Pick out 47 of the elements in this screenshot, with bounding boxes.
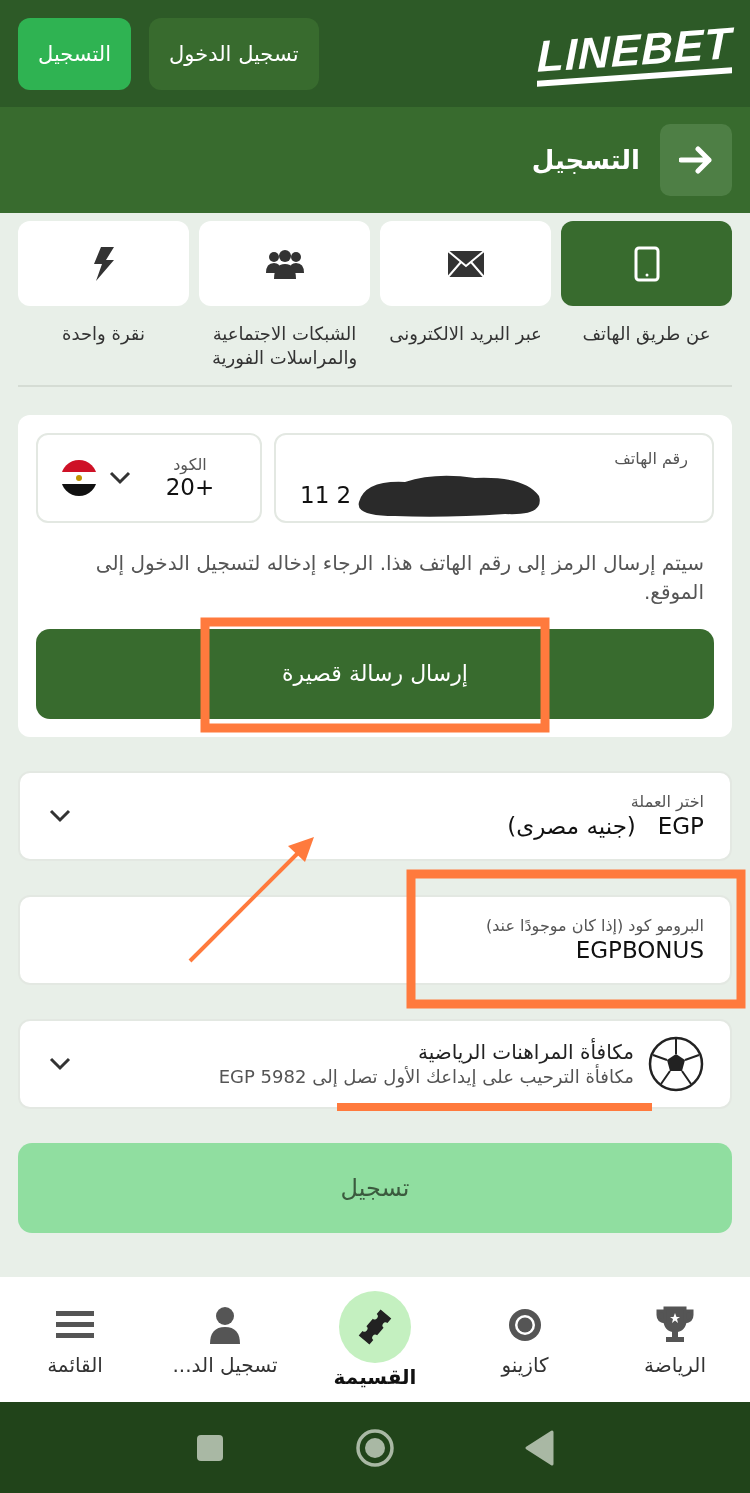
currency-select[interactable]: اختر العملة EGP (جنيه مصرى): [18, 770, 732, 861]
send-sms-button[interactable]: إرسال رسالة قصيرة: [36, 628, 714, 719]
chevron-down-icon: [48, 807, 72, 824]
arrow-icon: [679, 146, 713, 174]
nav-item[interactable]: القسيمة: [310, 1289, 440, 1390]
nav-item[interactable]: القائمة: [10, 1301, 140, 1378]
envelope-icon: [446, 249, 485, 278]
bonus-description: مكافأة الترحيب على إيداعك الأول تصل إلى EGP 5982: [218, 1066, 634, 1088]
back-button[interactable]: [660, 124, 732, 196]
chevron-down-icon: [108, 469, 132, 486]
nav-item[interactable]: كازينو: [460, 1301, 590, 1378]
soccer-ball-icon: [648, 1035, 704, 1092]
nav-item[interactable]: تسجيل الد...: [160, 1301, 290, 1378]
chevron-down-icon: [48, 1055, 72, 1072]
method-tab[interactable]: [380, 221, 551, 306]
method-label: عن طريق الهاتف: [582, 322, 711, 347]
field-label: البرومو كود (إذا كان موجودًا عند): [485, 916, 704, 936]
home-icon[interactable]: [355, 1427, 395, 1468]
field-value: +20: [165, 474, 215, 501]
bonus-select[interactable]: مكافأة المراهنات الرياضية مكافأة الترحيب على إيداعك الأول تصل إلى EGP 5982: [18, 1018, 732, 1109]
trophy-icon: [656, 1305, 694, 1344]
field-label: الكود: [173, 455, 207, 475]
method-label: نقرة واحدة: [62, 322, 145, 347]
field-label: اختر العملة: [630, 792, 704, 812]
chip-icon: [507, 1306, 543, 1343]
phone-number: 11 2: [300, 481, 352, 508]
flag-icon: [60, 458, 98, 497]
currency-value: EGP (جنيه مصرى): [507, 813, 704, 840]
logo[interactable]: LINEBET: [536, 20, 732, 87]
recents-icon[interactable]: [195, 1432, 225, 1463]
people-icon: [265, 248, 304, 279]
method-tab[interactable]: [561, 221, 732, 306]
hint-text: سيتم إرسال الرمز إلى رقم الهاتف هذا. الرجاء إدخاله لتسجيل الدخول إلى الموقع.: [94, 549, 704, 606]
user-icon: [208, 1305, 242, 1344]
bonus-title: مكافأة المراهنات الرياضية: [417, 1040, 634, 1065]
phone-icon: [633, 245, 660, 282]
lightning-icon: [91, 246, 116, 281]
nav-item[interactable]: الرياضة: [610, 1301, 740, 1378]
field-value: EGPBONUS: [575, 937, 704, 964]
method-label: عبر البريد الالكترونى: [389, 322, 542, 347]
back-icon[interactable]: [525, 1429, 555, 1466]
header-button[interactable]: تسجيل الدخول: [149, 17, 319, 90]
method-tab[interactable]: [199, 221, 370, 306]
method-label: الشبكات الاجتماعية والمراسلات الفورية: [210, 322, 359, 371]
menu-icon: [56, 1309, 94, 1340]
field-label: رقم الهاتف: [613, 448, 688, 468]
page-title: التسجيل: [531, 145, 640, 175]
